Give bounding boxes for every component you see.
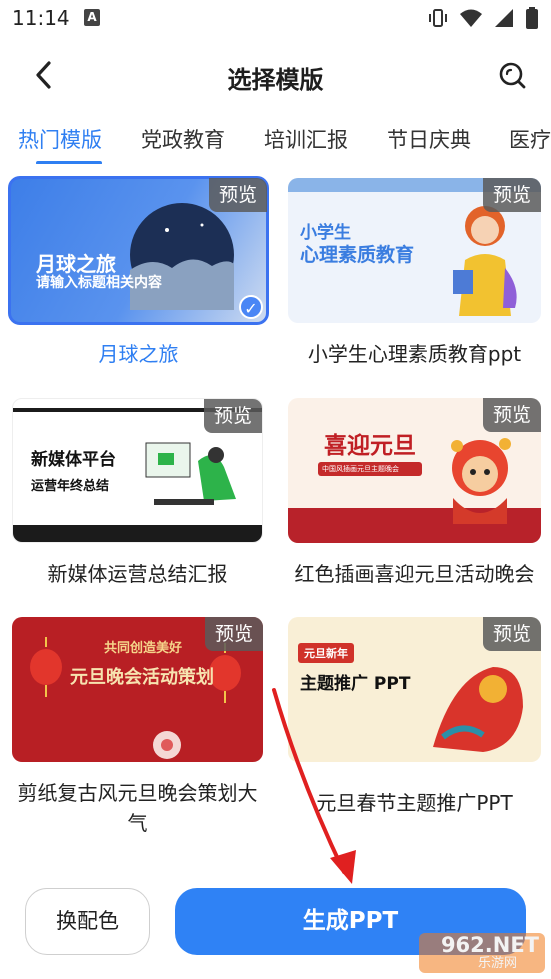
change-color-button[interactable]: 换配色 xyxy=(25,888,150,955)
thumb-title: 喜迎元旦 xyxy=(324,433,416,459)
template-name: 小学生心理素质教育ppt xyxy=(307,342,522,366)
selected-check-icon: ✓ xyxy=(239,295,263,319)
tab-hot-templates[interactable]: 热门模版 xyxy=(18,124,102,154)
template-thumbnail[interactable]: 新媒体平台 运营年终总结 预览 xyxy=(12,398,263,543)
moon-illustration xyxy=(130,203,234,310)
desk-illustration xyxy=(145,442,236,505)
thumb-title: 新媒体平台 xyxy=(31,450,116,470)
template-name: 剪纸复古风元旦晚会策划大气 xyxy=(17,781,258,835)
search-icon[interactable] xyxy=(497,60,529,92)
template-thumbnail[interactable]: 月球之旅 请输入标题相关内容 预览 ✓ xyxy=(8,176,269,325)
template-name: 红色插画喜迎元旦活动晚会 xyxy=(294,562,535,586)
template-thumbnail[interactable]: 喜迎元旦 中国风插画元旦主题晚会 预览 xyxy=(288,398,541,543)
thumb-subtitle: 元旦新年 xyxy=(298,643,354,663)
thumb-title: 元旦晚会活动策划 xyxy=(70,667,214,688)
template-card[interactable]: 月球之旅 请输入标题相关内容 预览 ✓ 月球之旅 xyxy=(8,176,269,369)
tab-medical[interactable]: 医疗 xyxy=(509,124,551,154)
thumb-title: 主题推广 PPT xyxy=(300,674,411,694)
app-bar: 选择模版 xyxy=(0,48,551,104)
template-name: 元旦春节主题推广PPT xyxy=(316,791,513,815)
thumb-subtitle: 中国风插画元旦主题晚会 xyxy=(318,462,422,476)
status-time: 11:14 xyxy=(12,6,70,30)
wifi-icon xyxy=(460,9,482,27)
thumb-subtitle: 共同创造美好 xyxy=(104,641,183,656)
tab-training-report[interactable]: 培训汇报 xyxy=(264,124,348,154)
template-card[interactable]: 元旦新年 主题推广 PPT 预览 元旦春节主题推广PPT xyxy=(288,617,541,818)
category-tabs: 热门模版 党政教育 培训汇报 节日庆典 医疗 xyxy=(0,118,551,164)
template-card[interactable]: 小学生 心理素质教育 预览 小学生心理素质教育ppt xyxy=(288,178,541,369)
preview-badge[interactable]: 预览 xyxy=(209,178,267,212)
dragon-red-illustration xyxy=(433,667,523,752)
watermark-subtext: 乐游网 xyxy=(477,956,517,971)
thumb-subtitle: 运营年终总结 xyxy=(31,479,110,494)
preview-badge[interactable]: 预览 xyxy=(483,617,541,651)
thumb-subtitle: 心理素质教育 xyxy=(300,244,415,266)
template-thumbnail[interactable]: 小学生 心理素质教育 预览 xyxy=(288,178,541,323)
flower-illustration xyxy=(153,731,181,759)
thumb-bottom-band xyxy=(13,525,262,542)
battery-icon xyxy=(526,7,538,29)
preview-badge[interactable]: 预览 xyxy=(204,399,262,433)
vibrate-icon xyxy=(429,9,447,27)
template-thumbnail[interactable]: 共同创造美好 元旦晚会活动策划 预览 xyxy=(12,617,263,762)
template-card[interactable]: 喜迎元旦 中国风插画元旦主题晚会 预览 红色插画喜迎元旦活动晚会 xyxy=(288,398,541,589)
template-name: 月球之旅 xyxy=(98,342,179,366)
lantern-left-illustration xyxy=(30,637,62,697)
preview-badge[interactable]: 预览 xyxy=(483,398,541,432)
status-icons xyxy=(427,6,539,30)
template-card[interactable]: 新媒体平台 运营年终总结 预览 新媒体运营总结汇报 xyxy=(12,398,263,589)
notification-app-icon: A xyxy=(84,9,100,26)
thumb-subtitle: 请输入标题相关内容 xyxy=(36,275,162,291)
tab-party-education[interactable]: 党政教育 xyxy=(141,124,225,154)
template-name: 新媒体运营总结汇报 xyxy=(47,562,228,586)
student-illustration xyxy=(453,206,517,316)
page-title: 选择模版 xyxy=(227,66,324,94)
preview-badge[interactable]: 预览 xyxy=(205,617,263,651)
active-tab-indicator xyxy=(36,161,102,164)
template-thumbnail[interactable]: 元旦新年 主题推广 PPT 预览 xyxy=(288,617,541,762)
dragon-illustration xyxy=(451,438,511,524)
tab-holiday-celebration[interactable]: 节日庆典 xyxy=(387,124,471,154)
signal-icon xyxy=(495,9,513,27)
thumb-title: 月球之旅 xyxy=(36,252,116,276)
template-card[interactable]: 共同创造美好 元旦晚会活动策划 预览 剪纸复古风元旦晚会策划大气 xyxy=(12,617,263,838)
status-bar: 11:14 A xyxy=(0,0,551,38)
preview-badge[interactable]: 预览 xyxy=(483,178,541,212)
